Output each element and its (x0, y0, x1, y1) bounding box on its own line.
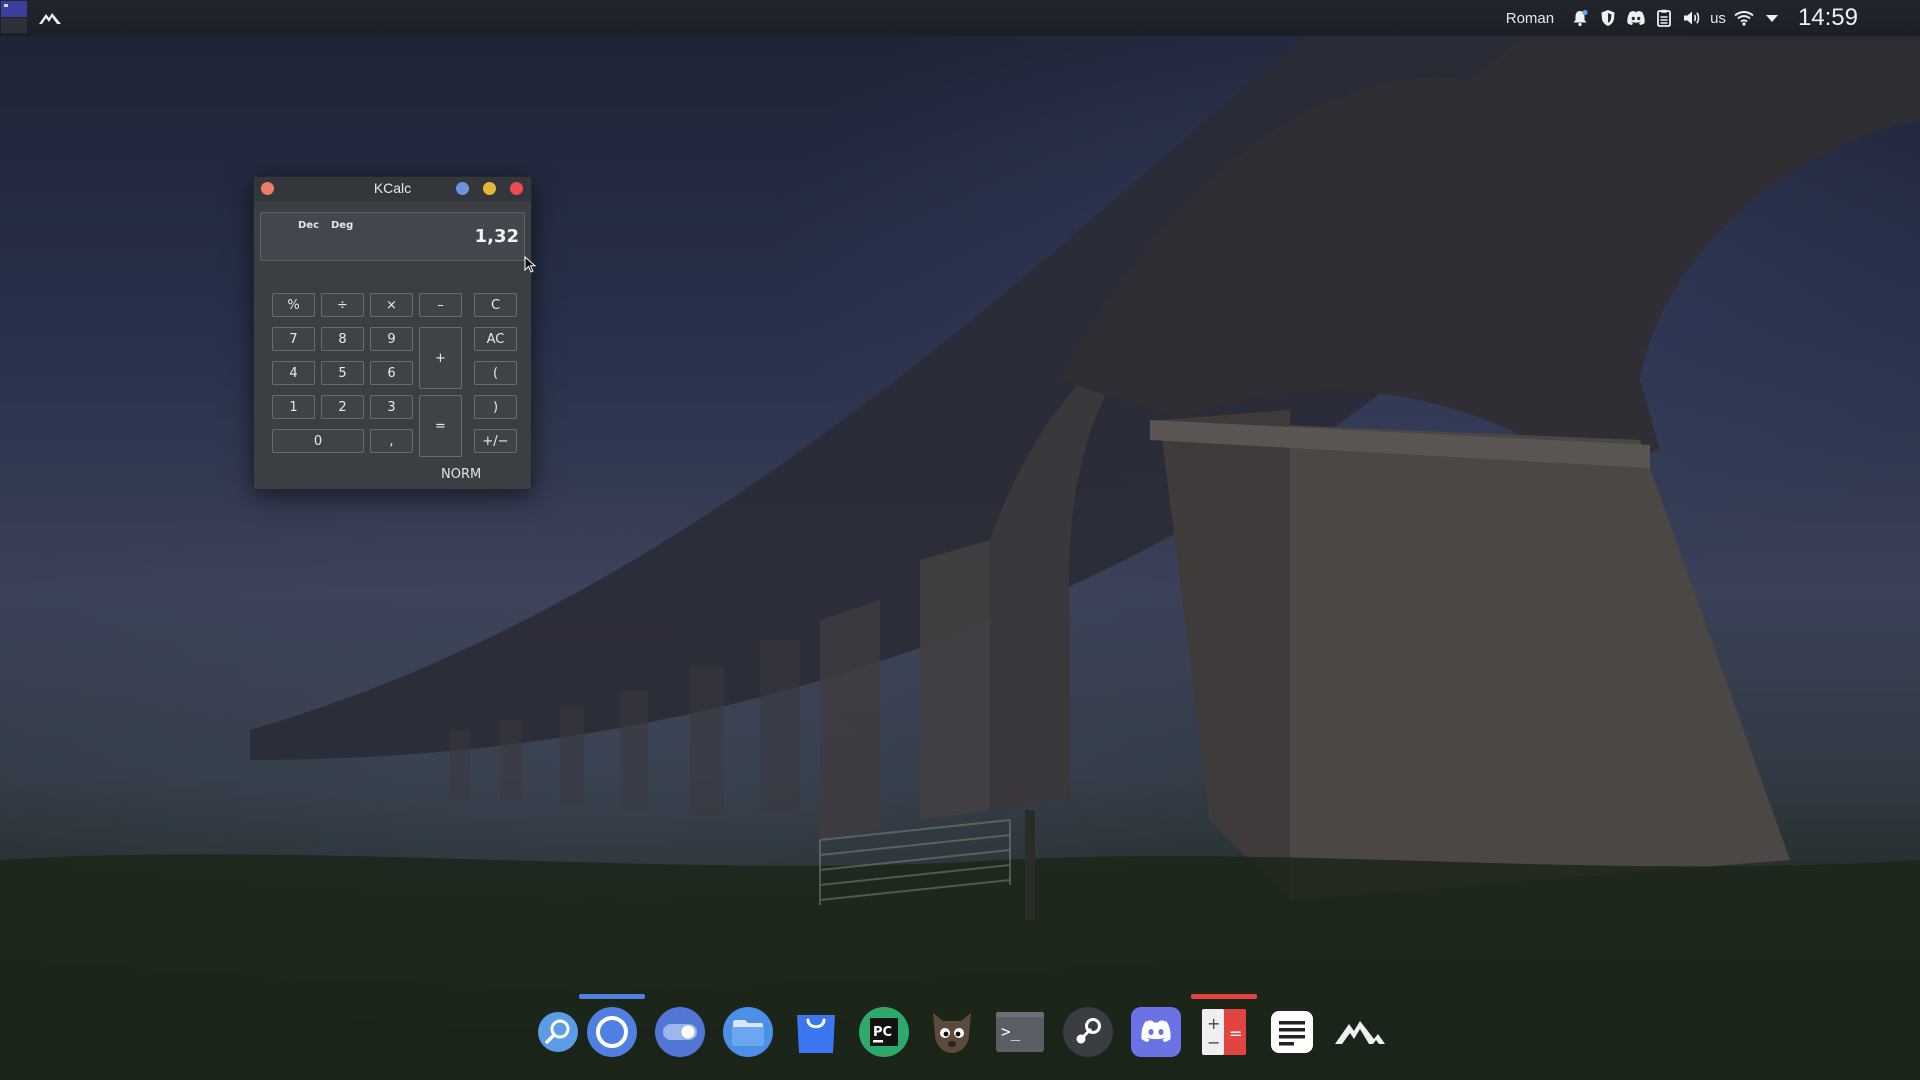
tray-expand-icon[interactable] (1762, 8, 1782, 28)
mouse-cursor-icon (524, 256, 536, 273)
top-panel: Roman us 14:59 (0, 0, 1920, 36)
clock[interactable]: 14:59 (1798, 4, 1858, 32)
app-launcher-icon[interactable] (36, 6, 64, 30)
clear-button[interactable]: C (474, 293, 517, 317)
base-mode-indicator: Dec (298, 220, 320, 231)
window-titlebar[interactable]: KCalc (254, 177, 531, 201)
user-name[interactable]: Roman (1506, 10, 1554, 27)
keyboard-layout-indicator[interactable]: us (1710, 10, 1726, 27)
notification-bell-icon[interactable] (1570, 8, 1590, 28)
clipboard-icon[interactable] (1654, 8, 1674, 28)
percent-button[interactable]: % (272, 293, 315, 317)
calc-plus-label: + (1207, 1014, 1220, 1033)
launcher-mountain-icon[interactable] (1332, 1004, 1388, 1060)
window-help-button[interactable] (456, 182, 469, 195)
desktop-1-thumbnail[interactable] (1, 1, 27, 17)
divide-button[interactable]: ÷ (321, 293, 364, 317)
digit-5-button[interactable]: 5 (321, 361, 364, 385)
volume-icon[interactable] (1682, 8, 1702, 28)
calc-equals-label: = (1229, 1024, 1242, 1043)
digit-3-button[interactable]: 3 (370, 395, 413, 419)
shield-icon[interactable] (1598, 8, 1618, 28)
digit-8-button[interactable]: 8 (321, 327, 364, 351)
equals-button[interactable]: = (419, 395, 462, 457)
calc-minus-label: − (1207, 1033, 1220, 1052)
discord-icon[interactable] (1128, 1004, 1184, 1060)
digit-9-button[interactable]: 9 (370, 327, 413, 351)
active-indicator-chromium (579, 994, 645, 999)
files-folder-icon[interactable] (720, 1004, 776, 1060)
kcalc-icon[interactable]: + − = (1196, 1004, 1252, 1060)
digit-4-button[interactable]: 4 (272, 361, 315, 385)
window-minimize-button[interactable] (483, 182, 496, 195)
digit-1-button[interactable]: 1 (272, 395, 315, 419)
window-thumbnail (4, 4, 8, 7)
kcalc-window: KCalc Dec Deg 1,32 % ÷ × – C 7 8 9 + AC … (253, 176, 532, 490)
digit-6-button[interactable]: 6 (370, 361, 413, 385)
decimal-comma-button[interactable]: , (370, 429, 413, 453)
pycharm-label: PC (873, 1025, 892, 1040)
steam-icon[interactable] (1060, 1004, 1116, 1060)
gimp-icon[interactable] (924, 1004, 980, 1060)
close-paren-button[interactable]: ) (474, 395, 517, 419)
multiply-button[interactable]: × (370, 293, 413, 317)
plus-button[interactable]: + (419, 327, 462, 389)
search-app-icon[interactable] (530, 1004, 586, 1060)
calculator-display[interactable]: Dec Deg 1,32 (260, 212, 525, 261)
digit-2-button[interactable]: 2 (321, 395, 364, 419)
angle-mode-indicator: Deg (331, 220, 354, 231)
chromium-icon[interactable] (584, 1004, 640, 1060)
virtual-desktop-pager[interactable] (0, 0, 28, 34)
desktop: Roman us 14:59 KCalc Dec Deg 1,32 % ÷ × … (0, 0, 1920, 1080)
active-indicator-kcalc (1191, 994, 1257, 999)
all-clear-button[interactable]: AC (474, 327, 517, 351)
software-store-icon[interactable] (788, 1004, 844, 1060)
pycharm-icon[interactable]: PC (856, 1004, 912, 1060)
digit-7-button[interactable]: 7 (272, 327, 315, 351)
wallpaper-viaduct (0, 30, 1920, 1080)
dock: PC >_ + − = (528, 994, 1385, 1080)
terminal-icon[interactable]: >_ (992, 1004, 1048, 1060)
digit-0-button[interactable]: 0 (272, 429, 364, 453)
status-indicator: NORM (441, 467, 482, 482)
wifi-icon[interactable] (1734, 8, 1754, 28)
sign-toggle-button[interactable]: +/− (474, 429, 517, 453)
discord-tray-icon[interactable] (1626, 8, 1646, 28)
system-tray: Roman us 14:59 (1506, 0, 1858, 36)
display-value: 1,32 (474, 226, 519, 247)
text-editor-icon[interactable] (1264, 1004, 1320, 1060)
open-paren-button[interactable]: ( (474, 361, 517, 385)
terminal-label: >_ (1001, 1022, 1021, 1041)
window-close-button[interactable] (510, 182, 523, 195)
minus-button[interactable]: – (419, 293, 462, 317)
desktop-2-thumbnail[interactable] (1, 18, 27, 33)
settings-toggle-icon[interactable] (652, 1004, 708, 1060)
